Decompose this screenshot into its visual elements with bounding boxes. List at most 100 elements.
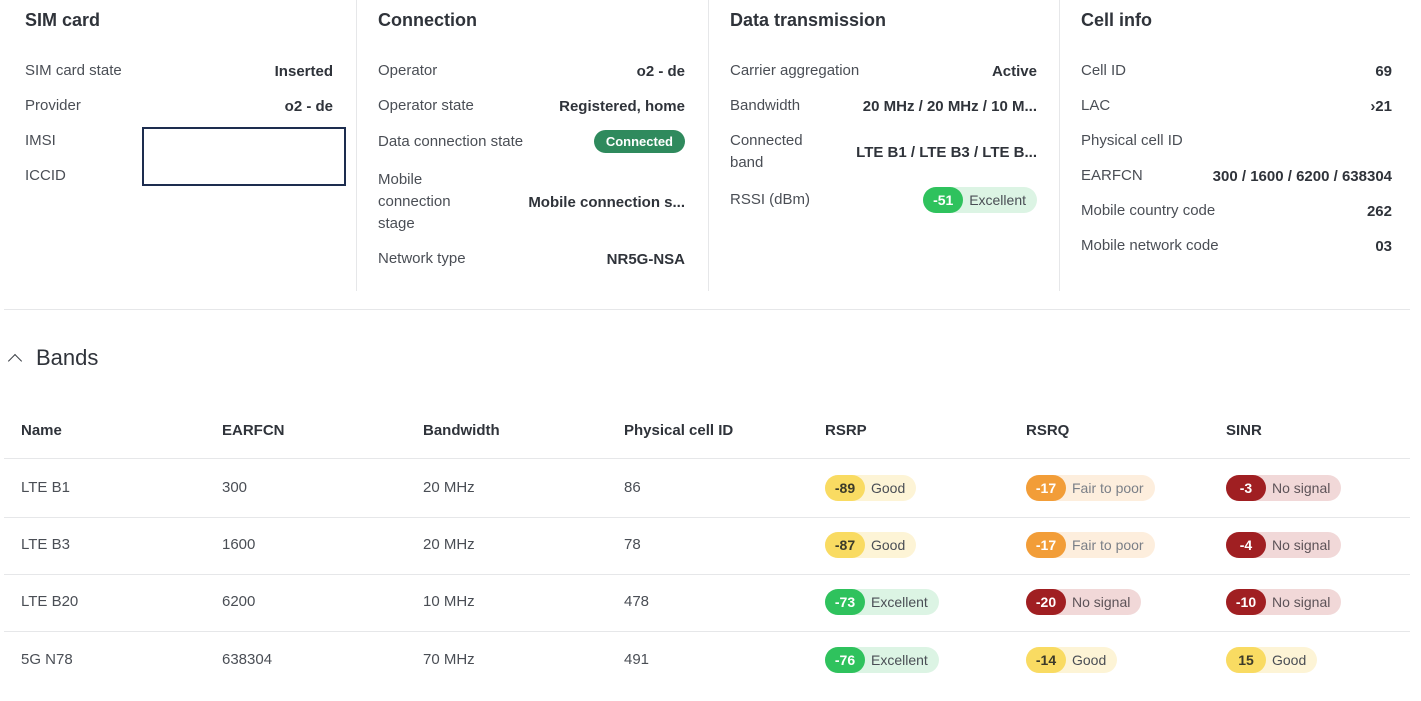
connection-panel: Connection Operator o2 - de Operator sta… xyxy=(356,0,708,291)
table-row: LTE B20 6200 10 MHz 478 -73 Excellent -2… xyxy=(4,574,1410,632)
sinr-quality: No signal xyxy=(1272,594,1331,610)
bandwidth-row: Bandwidth 20 MHz / 20 MHz / 10 M... xyxy=(730,95,1037,117)
sinr-badge: -4 No signal xyxy=(1226,532,1342,558)
rsrq-value: -17 xyxy=(1026,532,1066,558)
rsrq-value: -14 xyxy=(1026,647,1066,673)
bands-table-header: Name EARFCN Bandwidth Physical cell ID R… xyxy=(4,419,1410,459)
lac-value: ›21 xyxy=(1370,97,1392,115)
stage-label-line2: connection xyxy=(378,193,451,210)
rsrp-value: -87 xyxy=(825,532,865,558)
carrier-aggregation-row: Carrier aggregation Active xyxy=(730,60,1037,82)
lac-row: LAC ›21 xyxy=(1081,95,1392,117)
sim-card-panel: SIM card SIM card state Inserted Provide… xyxy=(4,0,356,291)
rssi-signal-badge: -51 Excellent xyxy=(923,187,1037,213)
sinr-quality: No signal xyxy=(1272,537,1331,553)
mobile-connection-stage-label: Mobile connection stage xyxy=(378,169,451,235)
mobile-country-code-value: 262 xyxy=(1366,202,1392,220)
band-name: LTE B3 xyxy=(21,536,70,553)
rsrq-quality: Good xyxy=(1072,652,1107,668)
sinr-quality: No signal xyxy=(1272,480,1331,496)
band-earfcn: 300 xyxy=(222,479,248,496)
stage-label-line1: Mobile xyxy=(378,171,423,188)
column-header-rsrp[interactable]: RSRP xyxy=(825,422,867,439)
cell-id-label: Cell ID xyxy=(1081,62,1127,79)
table-row: LTE B3 1600 20 MHz 78 -87 Good -17 Fair … xyxy=(4,517,1410,575)
section-divider xyxy=(4,309,1410,310)
column-header-earfcn[interactable]: EARFCN xyxy=(222,422,285,439)
column-header-rsrq[interactable]: RSRQ xyxy=(1026,422,1069,439)
connected-band-label-line1: Connected xyxy=(730,132,803,149)
rsrq-quality: Fair to poor xyxy=(1072,480,1144,496)
iccid-label: ICCID xyxy=(25,167,66,184)
data-connection-state-label: Data connection state xyxy=(378,132,524,150)
column-header-sinr[interactable]: SINR xyxy=(1226,422,1262,439)
connection-title: Connection xyxy=(378,10,477,30)
sinr-quality: Good xyxy=(1272,652,1307,668)
bands-section-toggle[interactable]: Bands xyxy=(7,345,99,371)
sinr-value: 15 xyxy=(1226,647,1266,673)
rsrq-quality: Fair to poor xyxy=(1072,537,1144,553)
rsrp-quality: Good xyxy=(871,537,906,553)
rssi-value: -51 xyxy=(923,187,964,213)
network-type-value: NR5G-NSA xyxy=(606,250,685,268)
data-transmission-title: Data transmission xyxy=(730,10,887,30)
operator-value: o2 - de xyxy=(636,62,685,80)
data-transmission-panel: Data transmission Carrier aggregation Ac… xyxy=(708,0,1060,291)
operator-state-row: Operator state Registered, home xyxy=(378,95,685,117)
mobile-network-code-label: Mobile network code xyxy=(1081,237,1219,254)
rssi-row: RSSI (dBm) -51 Excellent xyxy=(730,187,1037,213)
rsrq-badge: -14 Good xyxy=(1026,647,1118,673)
cell-id-row: Cell ID 69 xyxy=(1081,60,1392,82)
band-name: LTE B1 xyxy=(21,479,70,496)
rssi-label: RSSI (dBm) xyxy=(730,191,811,208)
sinr-badge: -10 No signal xyxy=(1226,589,1342,615)
column-header-name[interactable]: Name xyxy=(21,422,62,439)
connected-band-label-line2: band xyxy=(730,154,764,171)
data-connection-state-row: Data connection state Connected xyxy=(378,130,685,153)
mobile-country-code-label: Mobile country code xyxy=(1081,202,1216,219)
operator-label: Operator xyxy=(378,62,438,79)
chevron-up-icon xyxy=(7,353,23,369)
rsrq-value: -20 xyxy=(1026,589,1066,615)
band-physical-cell-id: 491 xyxy=(624,651,650,668)
physical-cell-id-row: Physical cell ID xyxy=(1081,130,1392,152)
band-earfcn: 1600 xyxy=(222,536,256,553)
rsrp-quality: Excellent xyxy=(871,652,928,668)
bandwidth-label: Bandwidth xyxy=(730,97,801,114)
earfcn-value: 300 / 1600 / 6200 / 638304 xyxy=(1212,167,1392,185)
operator-state-label: Operator state xyxy=(378,97,474,114)
connected-band-row: Connected band LTE B1 / LTE B3 / LTE B..… xyxy=(730,130,1037,174)
band-bandwidth: 20 MHz xyxy=(423,536,475,553)
band-physical-cell-id: 86 xyxy=(624,479,641,496)
band-earfcn: 6200 xyxy=(222,593,256,610)
column-header-physical-cell-id[interactable]: Physical cell ID xyxy=(624,422,733,439)
rsrq-value: -17 xyxy=(1026,475,1066,501)
table-row: 5G N78 638304 70 MHz 491 -76 Excellent -… xyxy=(4,632,1410,690)
physical-cell-id-label: Physical cell ID xyxy=(1081,132,1183,149)
redaction-box xyxy=(142,127,346,186)
sinr-value: -10 xyxy=(1226,589,1266,615)
rsrp-badge: -76 Excellent xyxy=(825,647,939,673)
mobile-connection-stage-value: Mobile connection s... xyxy=(528,193,685,211)
rsrq-quality: No signal xyxy=(1072,594,1131,610)
rsrq-badge: -17 Fair to poor xyxy=(1026,475,1155,501)
cell-info-title: Cell info xyxy=(1081,10,1152,30)
cell-info-panel: Cell info Cell ID 69 LAC ›21 Physical ce… xyxy=(1059,0,1411,291)
rsrq-badge: -20 No signal xyxy=(1026,589,1142,615)
band-physical-cell-id: 478 xyxy=(624,593,650,610)
carrier-aggregation-value: Active xyxy=(991,62,1037,80)
table-row: LTE B1 300 20 MHz 86 -89 Good -17 Fair t… xyxy=(4,460,1410,518)
column-header-bandwidth[interactable]: Bandwidth xyxy=(423,422,500,439)
provider-row: Provider o2 - de xyxy=(25,95,333,117)
rssi-quality: Excellent xyxy=(969,192,1026,208)
band-name: LTE B20 xyxy=(21,593,79,610)
cell-id-value: 69 xyxy=(1375,62,1392,80)
sinr-badge: 15 Good xyxy=(1226,647,1318,673)
operator-state-value: Registered, home xyxy=(559,97,685,115)
earfcn-label: EARFCN xyxy=(1081,167,1143,184)
mobile-connection-stage-row: Mobile connection stage Mobile connectio… xyxy=(378,169,685,235)
network-type-row: Network type NR5G-NSA xyxy=(378,248,685,270)
connected-band-label: Connected band xyxy=(730,130,803,174)
bands-title: Bands xyxy=(36,345,99,370)
lac-label: LAC xyxy=(1081,97,1111,114)
